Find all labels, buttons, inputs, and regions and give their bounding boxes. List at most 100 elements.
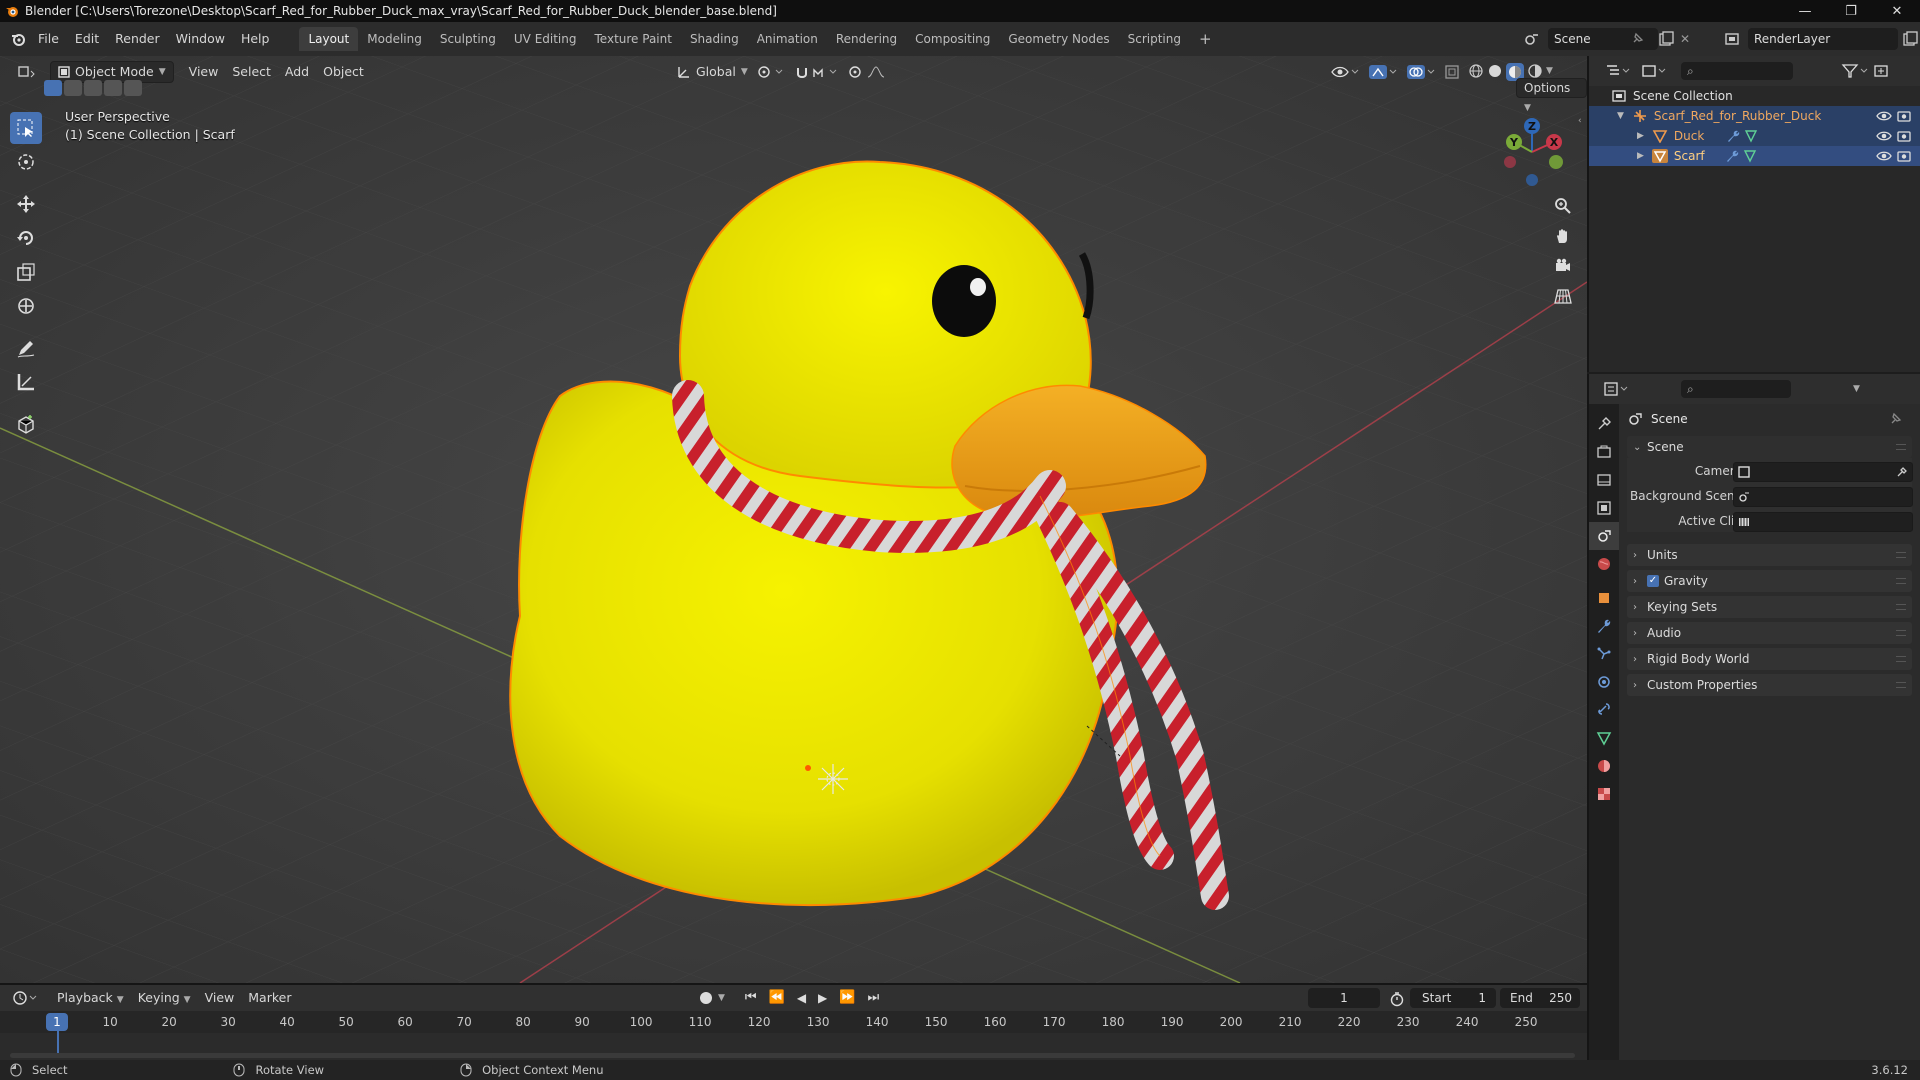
- move-tool[interactable]: [10, 188, 42, 220]
- delete-scene-icon[interactable]: ✕: [1680, 32, 1690, 46]
- eye-icon[interactable]: [1876, 149, 1892, 163]
- expand-arrow-icon[interactable]: ▼: [1617, 111, 1624, 121]
- new-collection-icon[interactable]: [1873, 63, 1889, 79]
- menu-add[interactable]: Add: [278, 61, 316, 83]
- 3d-viewport[interactable]: Object Mode ▼ View Select Add Object Glo…: [0, 56, 1587, 983]
- timeline-editor-icon[interactable]: [12, 990, 40, 1006]
- menu-file[interactable]: File: [30, 28, 67, 50]
- render-camera-icon[interactable]: [1896, 149, 1912, 163]
- tab-constraints[interactable]: [1589, 696, 1619, 724]
- tab-tool[interactable]: [1589, 410, 1619, 438]
- scene-selector[interactable]: Scene ✕: [1524, 27, 1690, 51]
- tab-modeling[interactable]: Modeling: [358, 27, 431, 51]
- menu-select[interactable]: Select: [225, 61, 278, 83]
- close-button[interactable]: ✕: [1874, 0, 1920, 22]
- background-scene-field[interactable]: [1733, 487, 1913, 507]
- menu-view[interactable]: View: [182, 61, 226, 83]
- annotate-tool[interactable]: [10, 332, 42, 364]
- stopwatch-icon[interactable]: [1389, 991, 1405, 1007]
- tab-compositing[interactable]: Compositing: [906, 27, 999, 51]
- menu-edit[interactable]: Edit: [67, 28, 107, 50]
- expand-arrow-icon[interactable]: ▶: [1637, 131, 1644, 141]
- editor-type-button[interactable]: [10, 61, 44, 83]
- panel-audio[interactable]: › Audio: [1627, 622, 1912, 644]
- rotate-tool[interactable]: [10, 222, 42, 254]
- start-frame-field[interactable]: Start 1: [1410, 988, 1496, 1008]
- jump-keyframe-back-icon[interactable]: ⏪: [769, 990, 785, 1005]
- play-icon[interactable]: ▶: [818, 991, 827, 1005]
- menu-playback[interactable]: Playback ▼: [50, 987, 131, 1009]
- panel-keying-sets[interactable]: › Keying Sets: [1627, 596, 1912, 618]
- menu-timeline-view[interactable]: View: [198, 987, 242, 1009]
- blender-menu-icon[interactable]: [10, 31, 26, 47]
- drag-grip-icon[interactable]: [1896, 444, 1906, 450]
- menu-keying[interactable]: Keying ▼: [131, 987, 198, 1009]
- maximize-button[interactable]: ❐: [1828, 0, 1874, 22]
- select-box-tool[interactable]: [10, 112, 42, 144]
- pin-icon[interactable]: [1630, 32, 1644, 46]
- render-camera-icon[interactable]: [1896, 109, 1912, 123]
- solid-shading-icon[interactable]: [1487, 63, 1503, 79]
- drag-grip-icon[interactable]: [1896, 656, 1906, 662]
- pan-view-button[interactable]: [1549, 222, 1577, 250]
- drag-grip-icon[interactable]: [1896, 552, 1906, 558]
- tab-scene[interactable]: [1589, 522, 1619, 550]
- eye-icon[interactable]: [1876, 109, 1892, 123]
- chevron-down-icon[interactable]: ▼: [1853, 384, 1860, 394]
- outliner-row-scarf-red-for-rubber-duck[interactable]: ▼ Scarf_Red_for_Rubber_Duck: [1589, 106, 1920, 126]
- jump-start-icon[interactable]: ⏮: [745, 990, 757, 1005]
- tab-object[interactable]: [1589, 584, 1619, 612]
- tab-material[interactable]: [1589, 752, 1619, 780]
- gravity-checkbox[interactable]: ✓: [1647, 575, 1659, 587]
- panel-custom-properties[interactable]: › Custom Properties: [1627, 674, 1912, 696]
- menu-object[interactable]: Object: [316, 61, 371, 83]
- outliner-search-input[interactable]: ⌕: [1681, 62, 1793, 80]
- tab-layout[interactable]: Layout: [299, 27, 359, 51]
- end-frame-field[interactable]: End 250: [1500, 988, 1580, 1008]
- display-mode-icon[interactable]: [1641, 63, 1667, 79]
- tab-uv-editing[interactable]: UV Editing: [505, 27, 586, 51]
- visibility-filter-icon[interactable]: [1330, 64, 1360, 80]
- add-workspace-button[interactable]: +: [1190, 27, 1221, 51]
- tab-rendering[interactable]: Rendering: [827, 27, 906, 51]
- drag-grip-icon[interactable]: [1896, 630, 1906, 636]
- tab-particles[interactable]: [1589, 640, 1619, 668]
- camera-field[interactable]: [1733, 462, 1913, 482]
- drag-grip-icon[interactable]: [1896, 682, 1906, 688]
- eyedropper-icon[interactable]: [1896, 466, 1908, 478]
- active-clip-field[interactable]: [1733, 512, 1913, 532]
- new-viewlayer-icon[interactable]: [1902, 31, 1918, 47]
- mesh-data-icon[interactable]: [1744, 129, 1758, 143]
- tab-texture-paint[interactable]: Texture Paint: [586, 27, 681, 51]
- eye-icon[interactable]: [1876, 129, 1892, 143]
- viewport-canvas[interactable]: [0, 56, 1587, 983]
- gizmo-neg-z[interactable]: [1526, 174, 1538, 186]
- tab-scripting[interactable]: Scripting: [1119, 27, 1190, 51]
- modifier-wrench-icon[interactable]: [1725, 149, 1739, 163]
- tab-render[interactable]: [1589, 438, 1619, 466]
- filter-icon[interactable]: [1841, 63, 1869, 79]
- wireframe-shading-icon[interactable]: [1468, 63, 1484, 79]
- tab-texture[interactable]: [1589, 780, 1619, 808]
- tab-animation[interactable]: Animation: [748, 27, 827, 51]
- chevron-down-icon[interactable]: ▼: [718, 993, 725, 1003]
- expand-arrow-icon[interactable]: ▶: [1637, 151, 1644, 161]
- tab-output[interactable]: [1589, 466, 1619, 494]
- record-icon[interactable]: [700, 991, 712, 1004]
- new-scene-icon[interactable]: [1658, 31, 1674, 47]
- gizmo-neg-y[interactable]: [1549, 155, 1563, 169]
- scale-tool[interactable]: [10, 256, 42, 288]
- minimize-button[interactable]: —: [1782, 0, 1828, 22]
- viewlayer-name-field[interactable]: RenderLayer: [1748, 28, 1898, 50]
- modifier-wrench-icon[interactable]: [1726, 129, 1740, 143]
- tab-physics[interactable]: [1589, 668, 1619, 696]
- select-extend-icon[interactable]: [64, 80, 82, 96]
- viewlayer-selector[interactable]: RenderLayer: [1724, 27, 1918, 51]
- outliner-row-scene-collection[interactable]: Scene Collection: [1589, 86, 1920, 106]
- menu-render[interactable]: Render: [107, 28, 168, 50]
- camera-view-button[interactable]: [1549, 252, 1577, 280]
- tab-world[interactable]: [1589, 550, 1619, 578]
- current-frame-field[interactable]: 1: [1308, 988, 1380, 1008]
- toggle-perspective-button[interactable]: [1549, 282, 1577, 310]
- render-camera-icon[interactable]: [1896, 129, 1912, 143]
